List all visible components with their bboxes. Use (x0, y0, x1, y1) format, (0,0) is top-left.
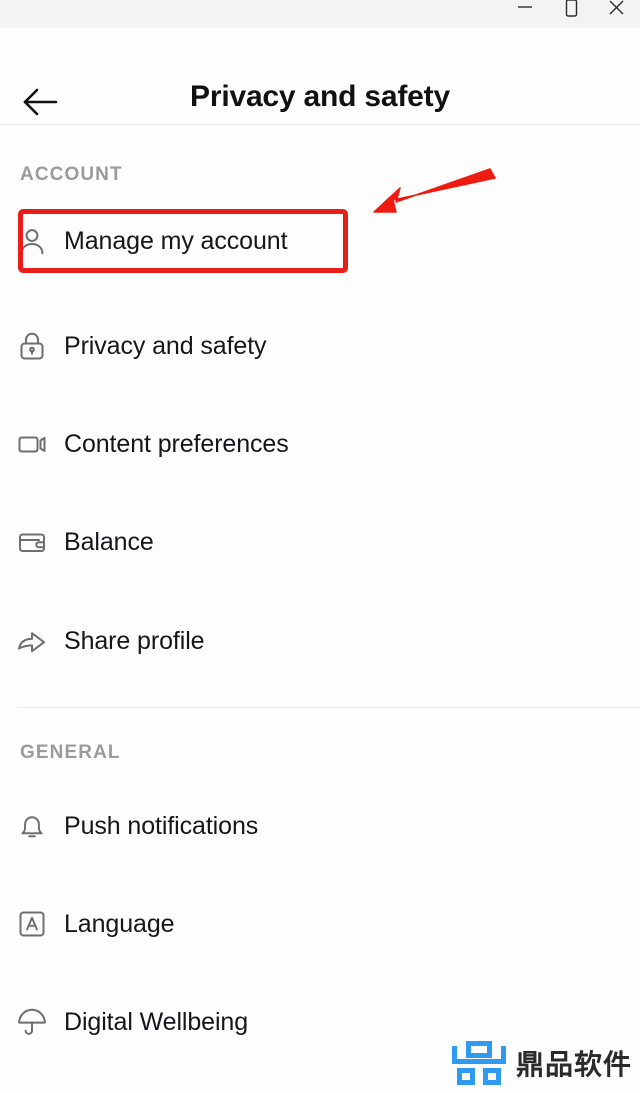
menu-item-label: Share profile (64, 626, 205, 655)
minimize-icon (518, 6, 532, 8)
window-titlebar (0, 0, 640, 28)
menu-item-label: Language (64, 909, 175, 938)
close-icon (609, 0, 624, 15)
menu-item-push-notifications[interactable]: Push notifications (0, 795, 640, 857)
menu-item-content-preferences[interactable]: Content preferences (0, 413, 640, 475)
menu-item-label: Content preferences (64, 429, 289, 458)
bell-icon (0, 809, 64, 843)
menu-item-label: Privacy and safety (64, 331, 267, 360)
menu-item-privacy-and-safety[interactable]: Privacy and safety (0, 315, 640, 377)
section-header-general: GENERAL (20, 742, 121, 763)
watermark-text: 鼎品软件 (515, 1048, 632, 1081)
umbrella-icon (0, 1005, 64, 1039)
window-minimize-button[interactable] (502, 0, 548, 28)
maximize-icon (565, 0, 578, 17)
letter-a-box-icon (0, 907, 64, 941)
menu-item-label: Balance (64, 527, 154, 556)
menu-item-language[interactable]: Language (0, 893, 640, 955)
page-title: Privacy and safety (190, 80, 450, 113)
menu-item-share-profile[interactable]: Share profile (0, 610, 640, 672)
section-header-account: ACCOUNT (20, 164, 123, 185)
video-camera-icon (0, 427, 64, 461)
page-header: Privacy and safety (0, 28, 640, 125)
dingpin-logo-icon (451, 1041, 506, 1085)
menu-item-balance[interactable]: Balance (0, 511, 640, 573)
wallet-icon (0, 525, 64, 559)
lock-icon (0, 329, 64, 363)
share-arrow-icon (0, 624, 64, 658)
window-close-button[interactable] (594, 0, 640, 28)
highlight-annotation-manage-my-account (18, 209, 348, 273)
section-divider (18, 707, 640, 708)
settings-list: ACCOUNT Manage my account Privacy and sa… (0, 126, 640, 1093)
watermark: 鼎品软件 (450, 1037, 632, 1089)
menu-item-label: Digital Wellbeing (64, 1007, 249, 1036)
window-maximize-button[interactable] (548, 0, 594, 28)
menu-item-label: Push notifications (64, 811, 259, 840)
